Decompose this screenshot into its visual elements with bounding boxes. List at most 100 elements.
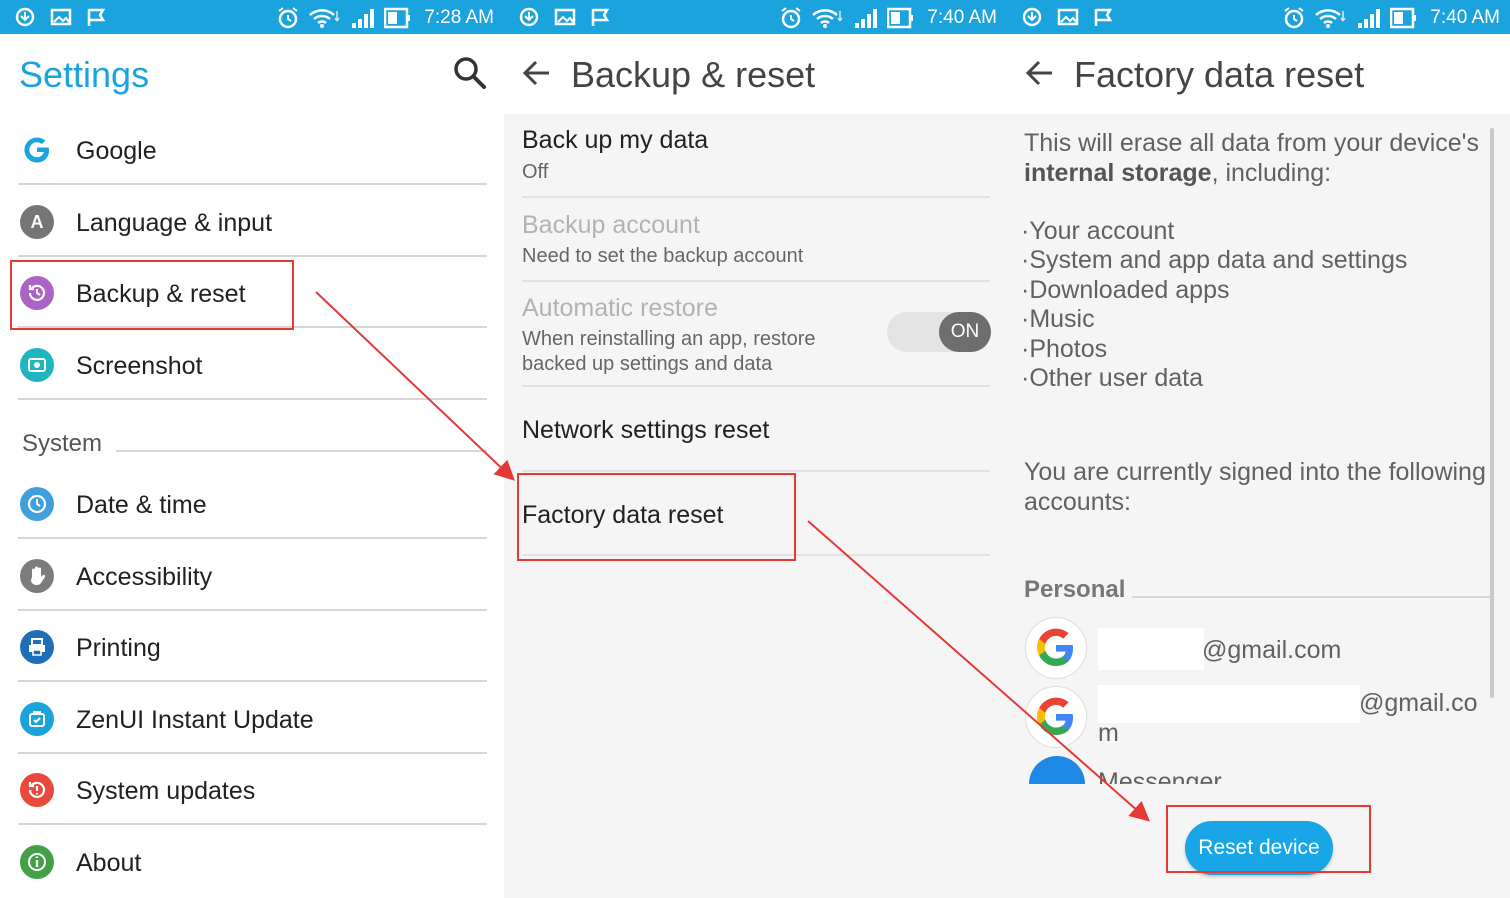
info-icon <box>20 845 54 879</box>
highlight-box <box>1166 805 1371 873</box>
download-notification-icon <box>15 7 35 27</box>
page-title: Backup & reset <box>571 54 816 95</box>
download-notification-icon <box>1022 7 1042 27</box>
gallery-notification-icon <box>1057 8 1079 26</box>
settings-item-label: Screenshot <box>76 352 203 380</box>
signed-in-line1: You are currently signed into the follow… <box>1024 458 1486 486</box>
flag-notification-icon <box>1094 8 1113 26</box>
pref-summary: When reinstalling an app, restore <box>522 328 816 350</box>
bullet-item: ·Your account <box>1021 217 1175 245</box>
settings-item-accessibility[interactable]: Accessibility <box>18 541 487 611</box>
redacted-email <box>1098 685 1360 723</box>
bullet-item: ·System and app data and settings <box>1021 246 1408 274</box>
wifi-icon <box>812 9 843 28</box>
bullet-item: ·Photos <box>1021 335 1108 363</box>
settings-item-label: Language & input <box>76 209 273 237</box>
system-update-icon <box>20 773 54 807</box>
settings-item-system-updates[interactable]: System updates <box>18 755 487 825</box>
signal-icon <box>352 9 375 28</box>
highlight-box <box>517 473 796 561</box>
pref-summary: backed up settings and data <box>522 353 773 375</box>
wifi-icon <box>1315 9 1346 28</box>
wifi-icon <box>309 9 340 28</box>
redacted-email <box>1098 628 1204 670</box>
printer-icon <box>20 630 54 664</box>
settings-item-label: Accessibility <box>76 563 213 591</box>
section-divider <box>116 450 487 452</box>
pref-summary: Off <box>522 161 549 183</box>
pref-backup-account: Backup account Need to set the backup ac… <box>522 198 990 282</box>
status-time: 7:28 AM <box>424 7 494 28</box>
page-title: Factory data reset <box>1074 54 1365 95</box>
account-email-wrap: m <box>1098 719 1119 747</box>
google-icon <box>1037 697 1073 735</box>
settings-item-printing[interactable]: Printing <box>18 612 487 682</box>
flag-notification-icon <box>591 8 610 26</box>
gallery-notification-icon <box>50 8 72 26</box>
section-divider <box>1132 596 1490 598</box>
google-icon <box>20 133 54 167</box>
search-icon[interactable] <box>452 55 488 91</box>
battery-icon <box>1390 7 1417 29</box>
google-account-avatar <box>1025 617 1087 679</box>
intro-text: This will erase all data from your devic… <box>1024 128 1479 188</box>
signed-in-text: You are currently signed into the follow… <box>1024 457 1486 517</box>
pref-title: Automatic restore <box>522 294 718 322</box>
screenshot-icon <box>20 348 54 382</box>
settings-screen: 7:28 AM Settings Google A Language & inp… <box>0 0 504 898</box>
settings-item-label: Printing <box>76 634 161 662</box>
google-icon <box>1037 628 1073 666</box>
google-account-avatar <box>1025 686 1087 748</box>
scrollbar[interactable] <box>1490 128 1494 698</box>
signal-icon <box>1358 9 1381 28</box>
section-header-system: System <box>22 430 103 457</box>
settings-item-label: Google <box>76 137 157 165</box>
backup-reset-screen: 7:40 AM Backup & reset Back up my data O… <box>504 0 1007 898</box>
page-title: Settings <box>19 54 150 95</box>
back-arrow-icon[interactable] <box>1025 58 1055 88</box>
status-bar: 7:40 AM <box>504 0 1007 34</box>
settings-item-screenshot[interactable]: Screenshot <box>18 330 487 400</box>
section-header-personal: Personal <box>1024 576 1126 603</box>
signal-icon <box>855 9 878 28</box>
factory-reset-screen: 7:40 AM Factory data reset This will era… <box>1007 0 1510 898</box>
update-icon <box>20 702 54 736</box>
settings-item-date-time[interactable]: Date & time <box>18 469 487 539</box>
settings-item-google[interactable]: Google <box>18 115 487 185</box>
clock-icon <box>20 487 54 521</box>
pref-backup-data[interactable]: Back up my data Off <box>522 114 990 198</box>
settings-item-label: ZenUI Instant Update <box>76 706 314 734</box>
settings-item-about[interactable]: About <box>18 827 487 897</box>
status-bar: 7:28 AM <box>0 0 504 34</box>
pref-title: Network settings reset <box>522 416 770 444</box>
alarm-icon <box>1284 7 1304 29</box>
account-email: @gmail.co <box>1359 689 1478 717</box>
settings-item-zenui-update[interactable]: ZenUI Instant Update <box>18 684 487 754</box>
battery-icon <box>887 7 914 29</box>
auto-restore-toggle[interactable]: ON <box>887 312 991 352</box>
pref-network-reset[interactable]: Network settings reset <box>522 387 990 472</box>
language-icon: A <box>20 205 54 239</box>
bullet-item: ·Other user data <box>1021 364 1204 392</box>
pref-title: Back up my data <box>522 126 709 154</box>
toggle-knob: ON <box>939 312 991 352</box>
back-arrow-icon[interactable] <box>522 58 552 88</box>
alarm-icon <box>278 7 298 29</box>
signed-in-line2: accounts: <box>1024 488 1132 516</box>
bullet-item: ·Downloaded apps <box>1021 276 1230 304</box>
settings-item-label: Date & time <box>76 491 207 519</box>
hand-icon <box>20 559 54 593</box>
settings-item-label: About <box>76 849 142 877</box>
alarm-icon <box>781 7 801 29</box>
download-notification-icon <box>519 7 539 27</box>
intro-line1: This will erase all data from your devic… <box>1024 129 1479 157</box>
gallery-notification-icon <box>554 8 576 26</box>
status-time: 7:40 AM <box>1430 7 1500 28</box>
status-time: 7:40 AM <box>927 7 997 28</box>
account-email: @gmail.com <box>1202 636 1342 664</box>
pref-summary: Need to set the backup account <box>522 245 804 267</box>
intro-rest: , including: <box>1211 159 1332 187</box>
battery-icon <box>384 7 411 29</box>
settings-item-label: System updates <box>76 777 256 805</box>
settings-item-language[interactable]: A Language & input <box>18 187 487 257</box>
